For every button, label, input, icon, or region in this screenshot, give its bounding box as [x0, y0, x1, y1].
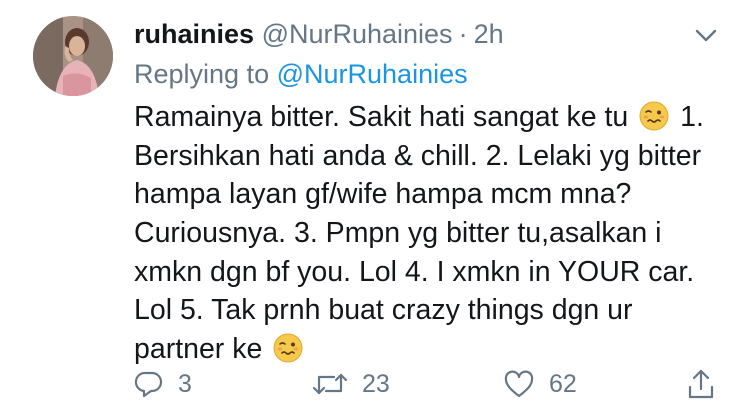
share-icon	[688, 369, 714, 399]
tweet-text-line: Bersihkan hati anda & chill. 2. Lelaki y…	[134, 139, 702, 172]
like-button[interactable]: 62	[503, 364, 577, 404]
retweet-button[interactable]: 23	[312, 364, 390, 404]
woozy-face-icon	[273, 333, 303, 363]
replying-to-handle[interactable]: @NurRuhainies	[277, 59, 468, 89]
reply-button[interactable]: 3	[134, 364, 192, 404]
user-handle[interactable]: @NurRuhainies	[262, 19, 453, 49]
share-button[interactable]	[686, 364, 716, 404]
reply-count: 3	[178, 369, 192, 398]
header-separator: ·	[458, 19, 468, 49]
timestamp[interactable]: 2h	[474, 19, 504, 49]
tweet-text-line: Curiousnya. 3. Pmpn yg bitter tu,asalkan…	[134, 217, 662, 250]
tweet-text-line: Ramainya bitter. Sakit hati sangat ke tu…	[134, 98, 734, 137]
tweet-menu-button[interactable]	[690, 22, 722, 50]
tweet: ruhainies @NurRuhainies · 2h Replying to @…	[0, 0, 750, 420]
avatar[interactable]	[33, 16, 113, 96]
avatar-photo	[33, 16, 113, 96]
tweet-text: Ramainya bitter. Sakit hati sangat ke tu…	[134, 98, 734, 369]
chevron-down-icon	[695, 29, 717, 42]
heart-icon	[504, 370, 534, 398]
retweet-icon	[312, 373, 348, 395]
tweet-text-line: xmkn dgn bf you. Lol 4. I xmkn in YOUR c…	[134, 255, 695, 288]
tweet-text-line: partner ke	[134, 330, 734, 369]
tweet-text-segment: partner ke	[134, 333, 263, 366]
tweet-text-segment: 1.	[680, 101, 704, 133]
replying-to-line: Replying to @NurRuhainies	[134, 58, 468, 90]
retweet-count: 23	[362, 369, 390, 398]
tweet-actions: 3 23 62	[0, 364, 750, 404]
tweet-text-segment: Ramainya bitter. Sakit hati sangat ke tu	[134, 101, 629, 133]
like-count: 62	[549, 369, 577, 398]
tweet-header: ruhainies @NurRuhainies · 2h	[134, 18, 504, 50]
display-name[interactable]: ruhainies	[134, 19, 254, 49]
reply-bubble-icon	[134, 371, 163, 398]
tweet-text-line: Lol 5. Tak prnh buat crazy things dgn ur	[134, 294, 633, 327]
replying-to-prefix: Replying to	[134, 59, 270, 89]
woozy-face-icon	[639, 101, 669, 131]
tweet-text-line: hampa layan gf/wife hampa mcm mna?	[134, 178, 632, 211]
